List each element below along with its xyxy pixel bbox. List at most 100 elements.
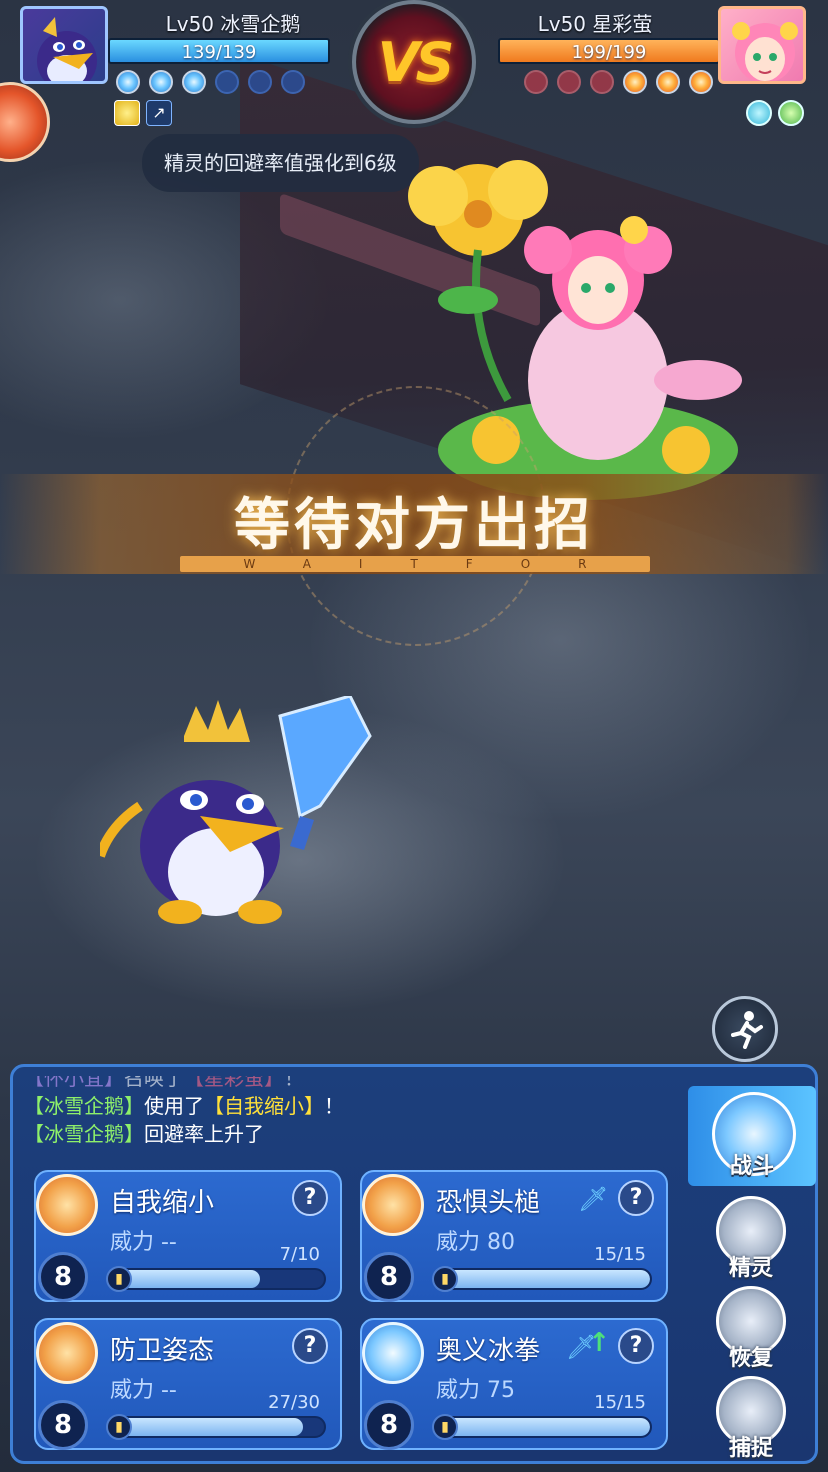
banner-subtitle-strip: WAITFOR (180, 556, 650, 572)
skill-pp-bar (110, 1268, 326, 1290)
battle-log: 【怀小宜】召唤了【星彩萤】！ 【冰雪企鹅】使用了【自我缩小】！ 【冰雪企鹅】回避率上… (24, 1076, 664, 1160)
energy-pip-icon (149, 70, 173, 94)
buff-yellow-icon[interactable] (114, 100, 140, 126)
catch-label: 捕捉 (728, 1436, 773, 1461)
player-penguin-sprite (100, 696, 372, 924)
skill-pp-bar (436, 1268, 652, 1290)
enemy-hp-panel: Lv50 星彩萤 199/199 (470, 6, 720, 64)
energy-pip-icon (281, 70, 305, 94)
help-button[interactable]: ? (618, 1328, 654, 1364)
log-fragment: 【星彩萤】 (184, 1076, 284, 1090)
energy-pip-icon (116, 70, 140, 94)
energy-pip-icon (215, 70, 239, 94)
heal-button[interactable]: 恢复 (706, 1286, 796, 1376)
headbutt-skill-icon (362, 1174, 424, 1236)
leaf-element-icon[interactable] (778, 100, 804, 126)
battle-button[interactable]: 战斗 (688, 1086, 816, 1198)
enemy-status-icons (746, 100, 804, 126)
skill-card-1[interactable]: 自我缩小 ? 威力 -- 7/10 ▮ 8 (34, 1170, 342, 1302)
penguin-portrait-icon (37, 17, 97, 81)
log-fragment: 【 (24, 1076, 44, 1090)
defense-skill-icon (36, 1322, 98, 1384)
log-fragment: 【自我缩小】 (204, 1094, 324, 1118)
skill-cost: 8 (364, 1252, 414, 1302)
enemy-hp-bar: 199/199 (498, 38, 720, 64)
enemy-name: Lv50 星彩萤 (537, 12, 653, 36)
player-name: Lv50 冰雪企鹅 (165, 12, 301, 36)
energy-pip-icon (557, 70, 581, 94)
skill-cost: 8 (38, 1252, 88, 1302)
player-hp-text: 139/139 (181, 42, 257, 63)
water-element-icon[interactable] (746, 100, 772, 126)
player-portrait (20, 6, 108, 84)
skill-name: 恐惧头槌 (436, 1188, 541, 1218)
pp-knob-icon: ▮ (432, 1266, 458, 1292)
pp-knob-icon: ▮ (106, 1414, 132, 1440)
skill-pp-bar (436, 1416, 652, 1438)
fairy-portrait-icon (732, 22, 798, 81)
skill-card-4[interactable]: 奥义冰拳 🗡 ↑ ? 威力 75 15/15 ▮ 8 (360, 1318, 668, 1450)
boost-arrow-icon: ↑ (588, 1328, 610, 1358)
shrink-skill-icon (36, 1174, 98, 1236)
energy-pip-icon (590, 70, 614, 94)
help-button[interactable]: ? (292, 1328, 328, 1364)
flee-button[interactable] (712, 996, 778, 1062)
player-hp-panel: Lv50 冰雪企鹅 139/139 (108, 6, 358, 64)
ice-sword-icon (278, 696, 372, 850)
crown-icon (184, 700, 250, 742)
skill-power: 威力 -- (110, 1230, 177, 1255)
energy-pip-icon (524, 70, 548, 94)
heal-label: 恢复 (728, 1346, 773, 1371)
skill-pp: 15/15 (594, 1392, 646, 1413)
log-fragment: ！ (284, 1076, 304, 1090)
log-fragment: ！ (324, 1094, 344, 1118)
log-fragment: 【冰雪企鹅】 (24, 1094, 144, 1118)
energy-pip-icon (656, 70, 680, 94)
penguin-body (100, 700, 284, 924)
banner-title: 等待对方出招 (234, 493, 594, 558)
attack-type-icon: 🗡 (578, 1185, 609, 1213)
log-line: 【冰雪企鹅】使用了【自我缩小】！ (24, 1092, 664, 1120)
skill-cost: 8 (364, 1400, 414, 1450)
banner-subtitle: WAITFOR (243, 557, 635, 571)
skill-power: 威力 75 (436, 1378, 515, 1403)
energy-pip-icon (248, 70, 272, 94)
pets-label: 精灵 (728, 1256, 773, 1281)
skill-pp: 15/15 (594, 1244, 646, 1265)
skill-power: 威力 80 (436, 1230, 515, 1255)
energy-pip-icon (623, 70, 647, 94)
battle-label: 战斗 (729, 1154, 774, 1179)
player-energy-pips (116, 70, 305, 94)
skill-name: 自我缩小 (110, 1188, 215, 1218)
skill-cost: 8 (38, 1400, 88, 1450)
skill-pp: 7/10 (279, 1244, 320, 1265)
log-line: 【冰雪企鹅】回避率上升了 (24, 1120, 664, 1148)
help-button[interactable]: ? (292, 1180, 328, 1216)
skill-card-3[interactable]: 防卫姿态 ? 威力 -- 27/30 ▮ 8 (34, 1318, 342, 1450)
vs-label: VS (377, 30, 455, 94)
log-fragment: 使用了 (144, 1094, 204, 1118)
status-tooltip: 精灵的回避率值强化到6级 (142, 134, 419, 192)
energy-pip-icon (182, 70, 206, 94)
pets-button[interactable]: 精灵 (706, 1196, 796, 1286)
ice-fist-skill-icon (362, 1322, 424, 1384)
running-person-icon (731, 1011, 763, 1049)
skill-card-2[interactable]: 恐惧头槌 🗡 ? 威力 80 15/15 ▮ 8 (360, 1170, 668, 1302)
skill-pp-bar (110, 1416, 326, 1438)
player-hp-bar: 139/139 (108, 38, 330, 64)
catch-button[interactable]: 捕捉 (706, 1376, 796, 1466)
log-fragment: 回避率上升了 (144, 1122, 264, 1146)
enemy-hp-text: 199/199 (571, 42, 647, 63)
player-status-icons: ↗ (114, 100, 172, 126)
enemy-portrait (718, 6, 806, 84)
skill-pp: 27/30 (268, 1392, 320, 1413)
skill-power: 威力 -- (110, 1378, 177, 1403)
evasion-up-icon[interactable]: ↗ (146, 100, 172, 126)
pp-knob-icon: ▮ (432, 1414, 458, 1440)
log-fragment: 怀小宜 (44, 1076, 104, 1090)
flower-icon (408, 160, 548, 402)
skill-name: 防卫姿态 (110, 1336, 215, 1366)
help-button[interactable]: ? (618, 1180, 654, 1216)
log-fragment: 【冰雪企鹅】 (24, 1122, 144, 1146)
skill-name: 奥义冰拳 (436, 1336, 541, 1366)
